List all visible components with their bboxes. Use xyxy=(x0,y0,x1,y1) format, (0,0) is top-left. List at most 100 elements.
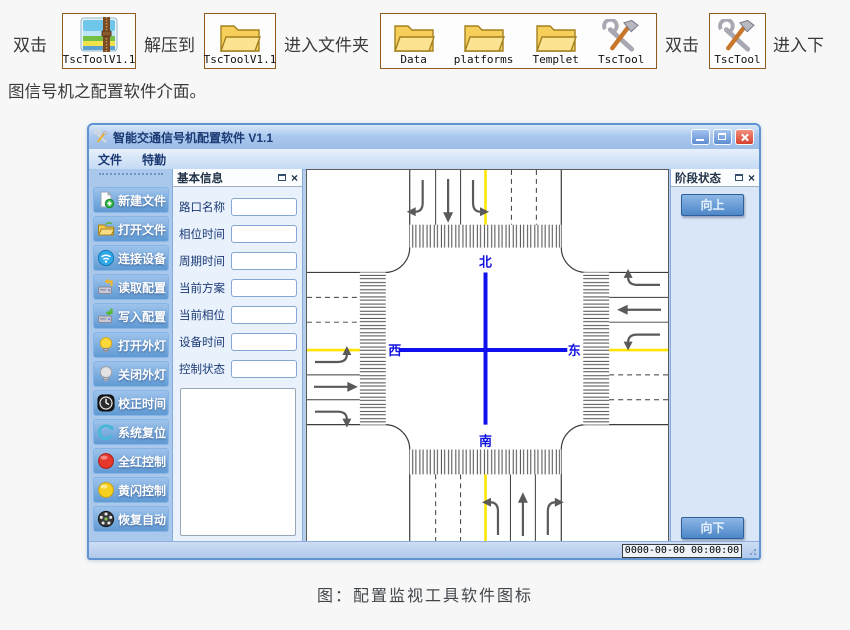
sidebar-label: 新建文件 xyxy=(118,192,166,209)
platforms-folder-item[interactable]: platforms xyxy=(454,16,514,67)
sidebar-button-write-config[interactable]: 写入配置 xyxy=(93,303,169,329)
menubar: 文件 特勤 xyxy=(89,149,759,170)
stage-status-title: 阶段状态 xyxy=(675,170,735,186)
folder-icon xyxy=(219,20,261,54)
stage-status-header: 阶段状态 × xyxy=(671,169,759,187)
sidebar-button-open-file[interactable]: 打开文件 xyxy=(93,216,169,242)
sidebar-label: 校正时间 xyxy=(118,395,166,412)
light-off-icon xyxy=(97,365,115,383)
sidebar-button-light-off[interactable]: 关闭外灯 xyxy=(93,361,169,387)
intersection-map: 北 南 西 东 xyxy=(307,170,668,544)
sidebar-button-correct-time[interactable]: 校正时间 xyxy=(93,390,169,416)
tsctool-app-item[interactable]: TscTool xyxy=(714,16,760,67)
sidebar-button-yellow-flash[interactable]: 黄闪控制 xyxy=(93,477,169,503)
sidebar-button-new-file[interactable]: 新建文件 xyxy=(93,187,169,213)
sidebar-label: 打开文件 xyxy=(118,221,166,238)
write-config-icon xyxy=(97,307,115,325)
tsctool-app-box[interactable]: TscTool xyxy=(709,13,766,69)
close-panel-icon[interactable]: × xyxy=(291,172,298,184)
field-label: 周期时间 xyxy=(179,253,231,269)
west-label: 西 xyxy=(388,343,401,358)
menu-file[interactable]: 文件 xyxy=(98,151,122,168)
zip-file-item[interactable]: TscToolV1.1 xyxy=(63,16,136,67)
extracted-folder-item[interactable]: TscToolV1.1 xyxy=(204,16,277,67)
folder-icon xyxy=(535,20,577,54)
east-label: 东 xyxy=(568,343,581,358)
sidebar-label: 全红控制 xyxy=(118,453,166,470)
field-row: 周期时间 xyxy=(179,251,297,270)
device-time-input[interactable] xyxy=(231,333,297,351)
current-phase-input[interactable] xyxy=(231,306,297,324)
phase-time-input[interactable] xyxy=(231,225,297,243)
cycle-time-input[interactable] xyxy=(231,252,297,270)
page: { "page": { "intro_text": "图信号机之配置软件介面。"… xyxy=(0,0,850,630)
zip-file-box[interactable]: TscToolV1.1 xyxy=(62,13,136,69)
sidebar-label: 读取配置 xyxy=(118,279,166,296)
step-label-enter-folder: 进入文件夹 xyxy=(284,31,369,56)
step-label-double-click-1: 双击 xyxy=(13,31,47,56)
tsctool-exe-label: TscTool xyxy=(598,54,644,67)
sidebar-button-connect-device[interactable]: 连接设备 xyxy=(93,245,169,271)
maximize-icon[interactable] xyxy=(713,129,732,145)
resize-grip-icon[interactable] xyxy=(747,546,756,555)
menu-special[interactable]: 特勤 xyxy=(142,151,166,168)
figure-caption: 图：配置监视工具软件图标 xyxy=(0,582,850,606)
crosswalk-east xyxy=(583,272,609,424)
app-tools-icon xyxy=(94,130,109,144)
step-label-double-click-2: 双击 xyxy=(665,31,699,56)
close-icon[interactable] xyxy=(735,129,754,145)
titlebar[interactable]: 智能交通信号机配置软件 V1.1 xyxy=(89,125,759,149)
light-on-icon xyxy=(97,336,115,354)
templet-folder-item[interactable]: Templet xyxy=(533,16,579,67)
folder-icon xyxy=(393,20,435,54)
sidebar-label: 关闭外灯 xyxy=(118,366,166,383)
sidebar-label: 连接设备 xyxy=(118,250,166,267)
sidebar-button-restore-auto[interactable]: 恢复自动 xyxy=(93,506,169,532)
basic-info-title: 基本信息 xyxy=(177,170,278,186)
stage-status-panel: 阶段状态 × 向上 向下 xyxy=(670,169,759,541)
control-status-input[interactable] xyxy=(231,360,297,378)
statusbar: 0000-00-00 00:00:00 xyxy=(89,541,759,558)
data-folder-item[interactable]: Data xyxy=(393,16,435,67)
extracted-folder-box[interactable]: TscToolV1.1 xyxy=(204,13,276,69)
intersection-name-input[interactable] xyxy=(231,198,297,216)
basic-info-header: 基本信息 × xyxy=(173,169,302,187)
sidebar-button-read-config[interactable]: 读取配置 xyxy=(93,274,169,300)
toolbar-drag-handle[interactable] xyxy=(99,173,163,175)
extracted-folder-label: TscToolV1.1 xyxy=(204,54,277,67)
sidebar-button-system-reset[interactable]: 系统复位 xyxy=(93,419,169,445)
stage-down-button[interactable]: 向下 xyxy=(681,517,744,539)
app-window: 智能交通信号机配置软件 V1.1 文件 特勤 新建文件 xyxy=(87,123,761,560)
crosswalk-west xyxy=(360,272,386,424)
window-title: 智能交通信号机配置软件 V1.1 xyxy=(113,129,688,146)
sidebar-button-light-on[interactable]: 打开外灯 xyxy=(93,332,169,358)
tools-icon xyxy=(716,19,758,54)
zip-file-label: TscToolV1.1 xyxy=(63,54,136,67)
intro-text: 图信号机之配置软件介面。 xyxy=(8,78,206,102)
field-label: 当前方案 xyxy=(179,280,231,296)
tsctool-app-label: TscTool xyxy=(714,54,760,67)
close-panel-icon[interactable]: × xyxy=(748,172,755,184)
templet-folder-label: Templet xyxy=(533,54,579,67)
stage-up-button[interactable]: 向上 xyxy=(681,194,744,216)
basic-info-panel: 基本信息 × 路口名称 相位时间 周期时间 当前方案 xyxy=(173,169,303,541)
south-label: 南 xyxy=(479,434,492,449)
info-list-box[interactable] xyxy=(180,388,296,536)
float-panel-icon[interactable] xyxy=(735,174,743,181)
sidebar-label: 恢复自动 xyxy=(118,511,166,528)
read-config-icon xyxy=(97,278,115,296)
sidebar-button-all-red[interactable]: 全红控制 xyxy=(93,448,169,474)
sidebar-label: 系统复位 xyxy=(118,424,166,441)
tsctool-exe-item[interactable]: TscTool xyxy=(598,16,644,67)
field-label: 设备时间 xyxy=(179,334,231,350)
platforms-folder-label: platforms xyxy=(454,54,514,67)
device-datetime: 0000-00-00 00:00:00 xyxy=(622,544,742,558)
connect-device-icon xyxy=(97,249,115,267)
float-panel-icon[interactable] xyxy=(278,174,286,181)
film-reel-icon xyxy=(97,510,115,528)
minimize-icon[interactable] xyxy=(691,129,710,145)
current-plan-input[interactable] xyxy=(231,279,297,297)
step-label-enter-next: 进入下 xyxy=(773,31,824,56)
intersection-diagram: 北 南 西 东 xyxy=(306,169,669,545)
field-label: 控制状态 xyxy=(179,361,231,377)
